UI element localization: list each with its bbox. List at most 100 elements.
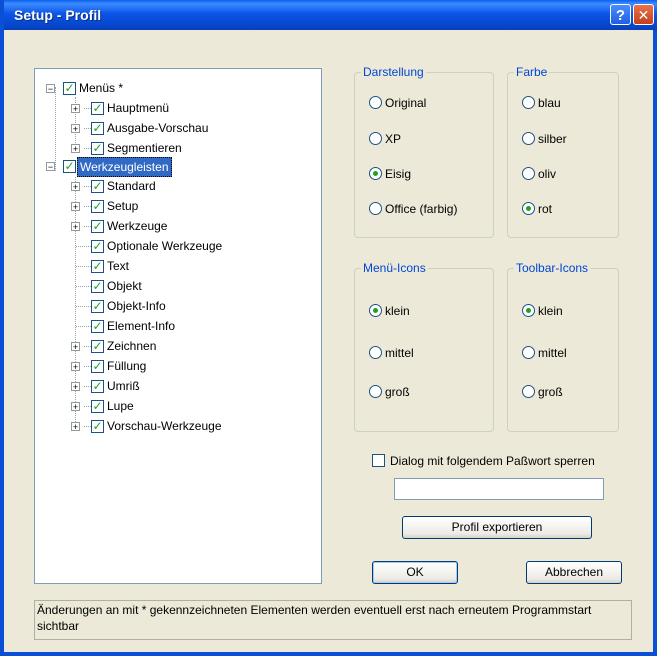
radio-label: rot — [538, 202, 553, 216]
checkbox-checked-icon[interactable]: ✓ — [91, 102, 104, 115]
tree-line — [76, 326, 91, 327]
expand-icon[interactable]: + — [71, 362, 80, 372]
group-title: Toolbar-Icons — [514, 261, 591, 275]
radio-label: Office (farbig) — [385, 202, 458, 216]
checkbox-checked-icon[interactable]: ✓ — [91, 420, 104, 433]
tree-node-label: Standard — [107, 179, 156, 193]
tree-node-menus[interactable]: − ✓ Menüs * — [35, 79, 315, 97]
radio-icon[interactable] — [369, 202, 382, 215]
tree-node[interactable]: ✓ Optionale Werkzeuge — [35, 237, 315, 255]
expand-icon[interactable]: + — [71, 202, 80, 212]
tree-line — [84, 226, 91, 227]
tree-node-label: Vorschau-Werkzeuge — [107, 419, 222, 433]
tree-line — [84, 108, 91, 109]
expand-icon[interactable]: + — [71, 104, 80, 114]
radio-label: klein — [538, 304, 563, 318]
tree-node-toolbars[interactable]: − ✓ Werkzeugleisten — [35, 157, 315, 177]
password-input[interactable] — [394, 478, 604, 500]
tree-node[interactable]: ✓ Text — [35, 257, 315, 275]
tree-node[interactable]: + ✓ Umriß — [35, 377, 315, 395]
tree-node[interactable]: ✓ Element-Info — [35, 317, 315, 335]
checkbox-checked-icon[interactable]: ✓ — [91, 280, 104, 293]
radio-icon[interactable] — [369, 385, 382, 398]
radio-label: mittel — [385, 346, 414, 360]
expand-icon[interactable]: + — [71, 124, 80, 134]
radio-icon[interactable] — [369, 346, 382, 359]
checkbox-unchecked-icon[interactable] — [372, 454, 385, 467]
radio-selected-icon[interactable] — [522, 304, 535, 317]
checkbox-checked-icon[interactable]: ✓ — [91, 380, 104, 393]
ok-button[interactable]: OK — [372, 561, 458, 584]
tree-node[interactable]: + ✓ Werkzeuge — [35, 217, 315, 235]
tree-node-label: Segmentieren — [107, 141, 182, 155]
expand-icon[interactable]: + — [71, 342, 80, 352]
tree-node-label: Hauptmenü — [107, 101, 170, 115]
tree-node[interactable]: + ✓ Segmentieren — [35, 139, 315, 157]
expand-icon[interactable]: + — [71, 422, 80, 432]
tree-node[interactable]: + ✓ Füllung — [35, 357, 315, 375]
tree-line — [84, 366, 91, 367]
radio-label: XP — [385, 132, 402, 146]
profile-tree[interactable]: − ✓ Menüs * + ✓ Hauptmenü + ✓ Ausgabe-Vorscha… — [34, 68, 322, 584]
title-bar[interactable]: Setup - Profil ? ✕ — [4, 0, 657, 30]
close-button[interactable]: ✕ — [633, 4, 654, 25]
checkbox-checked-icon[interactable]: ✓ — [91, 320, 104, 333]
tree-node[interactable]: + ✓ Vorschau-Werkzeuge — [35, 417, 315, 435]
tree-node[interactable]: + ✓ Zeichnen — [35, 337, 315, 355]
tree-node-label: Optionale Werkzeuge — [107, 239, 223, 253]
tree-node-label: Lupe — [107, 399, 134, 413]
tree-node[interactable]: + ✓ Setup — [35, 197, 315, 215]
help-button[interactable]: ? — [610, 4, 631, 25]
collapse-icon[interactable]: − — [46, 84, 55, 94]
radio-label: silber — [538, 132, 567, 146]
tree-node-label: Menüs * — [79, 81, 124, 95]
checkbox-checked-icon[interactable]: ✓ — [91, 340, 104, 353]
tree-node[interactable]: + ✓ Hauptmenü — [35, 99, 315, 117]
radio-selected-icon[interactable] — [522, 202, 535, 215]
radio-label: mittel — [538, 346, 567, 360]
radio-icon[interactable] — [522, 346, 535, 359]
checkbox-checked-icon[interactable]: ✓ — [91, 400, 104, 413]
tree-node-label: Setup — [107, 199, 139, 213]
radio-label: Original — [385, 96, 427, 110]
expand-icon[interactable]: + — [71, 402, 80, 412]
radio-icon[interactable] — [522, 385, 535, 398]
radio-icon[interactable] — [522, 167, 535, 180]
checkbox-checked-icon[interactable]: ✓ — [91, 360, 104, 373]
expand-icon[interactable]: + — [71, 182, 80, 192]
checkbox-checked-icon[interactable]: ✓ — [91, 122, 104, 135]
cancel-button[interactable]: Abbrechen — [526, 561, 622, 584]
tree-node-label: Objekt — [107, 279, 142, 293]
collapse-icon[interactable]: − — [46, 162, 55, 172]
checkbox-checked-icon[interactable]: ✓ — [63, 160, 76, 173]
tree-line — [84, 206, 91, 207]
export-profile-button[interactable]: Profil exportieren — [402, 516, 592, 539]
radio-selected-icon[interactable] — [369, 167, 382, 180]
checkbox-checked-icon[interactable]: ✓ — [91, 180, 104, 193]
group-darstellung: Darstellung Original XP Eisig Office (fa… — [354, 65, 494, 238]
checkbox-checked-icon[interactable]: ✓ — [91, 142, 104, 155]
checkbox-checked-icon[interactable]: ✓ — [91, 200, 104, 213]
tree-node[interactable]: ✓ Objekt — [35, 277, 315, 295]
tree-node[interactable]: + ✓ Lupe — [35, 397, 315, 415]
password-lock-label: Dialog mit folgendem Paßwort sperren — [390, 454, 595, 468]
tree-node-label: Ausgabe-Vorschau — [107, 121, 209, 135]
expand-icon[interactable]: + — [71, 222, 80, 232]
checkbox-checked-icon[interactable]: ✓ — [91, 260, 104, 273]
radio-icon[interactable] — [369, 132, 382, 145]
radio-icon[interactable] — [522, 132, 535, 145]
tree-node[interactable]: ✓ Objekt-Info — [35, 297, 315, 315]
radio-selected-icon[interactable] — [369, 304, 382, 317]
radio-icon[interactable] — [522, 96, 535, 109]
tree-node-label: Zeichnen — [107, 339, 157, 353]
checkbox-checked-icon[interactable]: ✓ — [91, 240, 104, 253]
radio-icon[interactable] — [369, 96, 382, 109]
checkbox-checked-icon[interactable]: ✓ — [91, 220, 104, 233]
tree-line — [84, 186, 91, 187]
checkbox-checked-icon[interactable]: ✓ — [63, 82, 76, 95]
expand-icon[interactable]: + — [71, 144, 80, 154]
checkbox-checked-icon[interactable]: ✓ — [91, 300, 104, 313]
tree-node[interactable]: + ✓ Standard — [35, 177, 315, 195]
tree-node[interactable]: + ✓ Ausgabe-Vorschau — [35, 119, 315, 137]
expand-icon[interactable]: + — [71, 382, 80, 392]
